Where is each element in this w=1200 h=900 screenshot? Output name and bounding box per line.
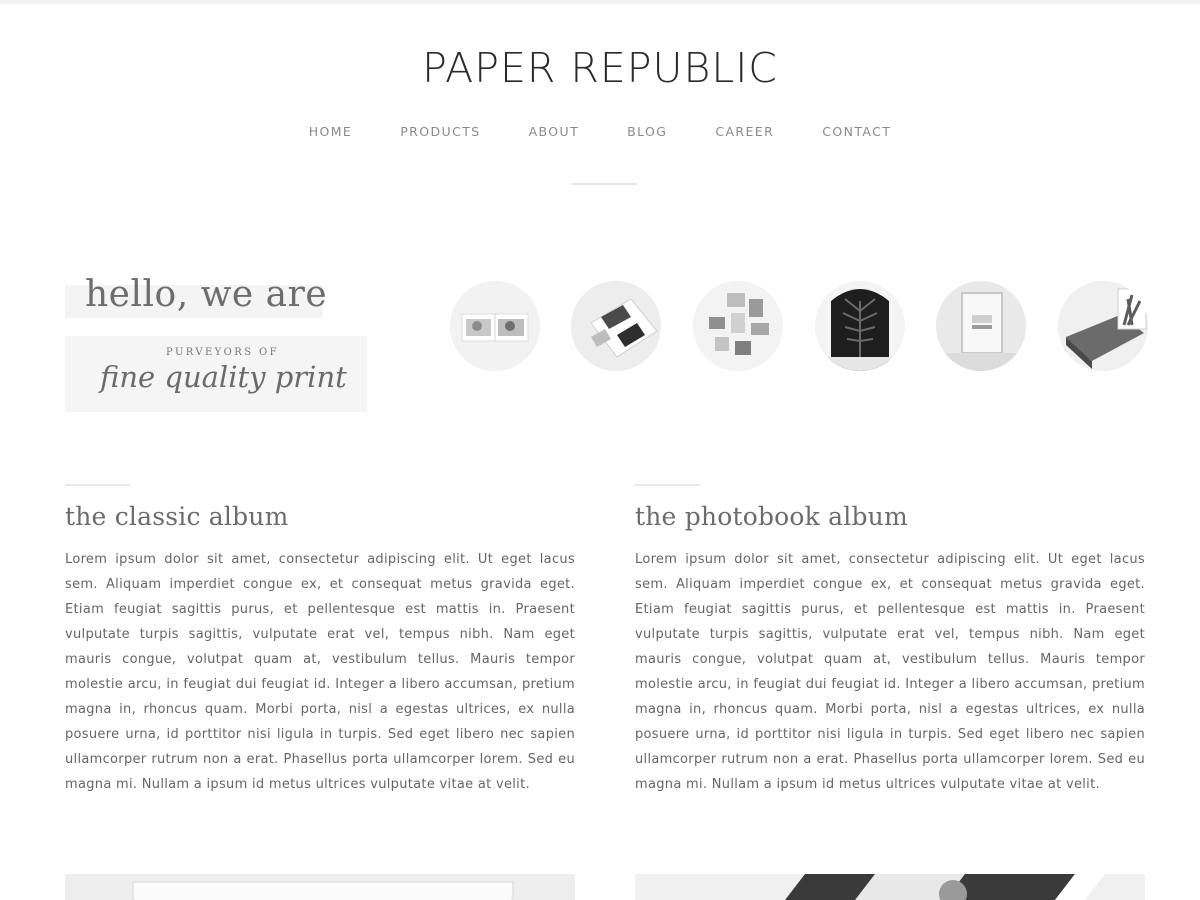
classic-album-image [65, 874, 575, 900]
thumbnail-open-album[interactable] [450, 281, 540, 371]
photobook-image [571, 281, 661, 371]
thumbnail-wall-collage[interactable] [693, 281, 783, 371]
section-divider [635, 484, 700, 486]
hero-tagline: fine quality print [100, 360, 347, 394]
nav-blog[interactable]: BLOG [627, 124, 667, 139]
main-nav: HOME PRODUCTS ABOUT BLOG CAREER CONTACT [0, 124, 1200, 139]
section-title: the photobook album [635, 502, 908, 531]
hero-purveyors: PURVEYORS OF [166, 347, 279, 358]
classic-album-photo[interactable] [65, 874, 575, 900]
framed-print-image [936, 281, 1026, 371]
site-title[interactable]: PAPER REPUBLIC [0, 44, 1200, 92]
top-strip [0, 0, 1200, 4]
nav-products[interactable]: PRODUCTS [400, 124, 480, 139]
thumbnail-wood-block[interactable] [1058, 281, 1148, 371]
palm-print-image [815, 281, 905, 371]
nav-home[interactable]: HOME [309, 124, 353, 139]
section-body: Lorem ipsum dolor sit amet, consectetur … [65, 552, 575, 792]
photobook-album-photo[interactable] [635, 874, 1145, 900]
thumbnail-palm-print[interactable] [815, 281, 905, 371]
wood-block-image [1058, 281, 1148, 371]
nav-contact[interactable]: CONTACT [822, 124, 891, 139]
section-divider [65, 484, 130, 486]
section-body: Lorem ipsum dolor sit amet, consectetur … [635, 552, 1145, 792]
open-album-image [450, 281, 540, 371]
section-classic-album: the classic album Lorem ipsum dolor sit … [65, 484, 575, 797]
thumbnail-framed-print[interactable] [936, 281, 1026, 371]
wall-collage-image [693, 281, 783, 371]
photobook-album-image [635, 874, 1145, 900]
section-photobook-album: the photobook album Lorem ipsum dolor si… [635, 484, 1145, 797]
nav-career[interactable]: CAREER [715, 124, 774, 139]
hero-hello: hello, we are [85, 274, 328, 315]
nav-divider [572, 183, 637, 185]
section-title: the classic album [65, 502, 289, 531]
thumbnail-photobook[interactable] [571, 281, 661, 371]
nav-about[interactable]: ABOUT [529, 124, 580, 139]
